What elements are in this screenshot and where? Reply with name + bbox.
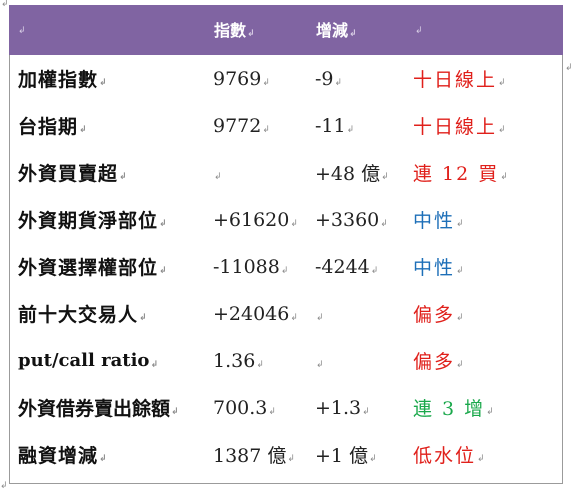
cell-end-mark-icon: ↲: [316, 360, 324, 370]
row-index-value: 1387 億: [213, 445, 287, 467]
row-index-value: 9772: [213, 114, 262, 137]
row-name: 外資買賣超: [18, 163, 119, 185]
cell-end-mark-icon: ↲: [456, 266, 464, 276]
row-change-value: +48 億: [315, 163, 381, 185]
row-status: 中性: [413, 210, 456, 232]
cell-end-mark-icon: ↲: [171, 407, 179, 417]
cell-end-mark-icon: ↲: [99, 78, 107, 88]
row-status: 連 12 買: [413, 163, 500, 185]
row-name: 外資選擇權部位: [18, 257, 159, 279]
cell-end-mark-icon: ↲: [18, 26, 26, 36]
table-row: 台指期 ↲ 9772 ↲ -11 ↲ 十日線上 ↲: [9, 102, 563, 149]
row-name: 外資借券賣出餘額: [18, 398, 171, 420]
row-name: 前十大交易人: [18, 304, 139, 326]
row-index-value: -11088: [213, 255, 280, 278]
row-index-value: 9769: [213, 67, 262, 90]
cell-end-mark-icon: ↲: [139, 313, 147, 323]
table-row: 融資增減 ↲ 1387 億 ↲ +1 億 ↲ 低水位 ↲: [9, 431, 563, 478]
paragraph-mark-icon: ↲: [1, 0, 9, 9]
table-row: 外資借券賣出餘額 ↲ 700.3 ↲ +1.3 ↲ 連 3 增 ↲: [9, 384, 563, 431]
document-page: ↲ ↲ ↲ ↲ 指數↲ 增減↲ ↲ 加權指數 ↲ 9769 ↲ -9 ↲ 十日線上 ↲ …: [0, 0, 575, 493]
paragraph-mark-icon: ↲: [0, 481, 8, 491]
cell-end-mark-icon: ↲: [159, 219, 167, 229]
row-index-value: 700.3: [213, 396, 268, 419]
header-change-label: 增減: [316, 21, 349, 40]
table-row: 外資買賣超 ↲ ↲ +48 億 ↲ 連 12 買 ↲: [9, 149, 563, 196]
cell-end-mark-icon: ↲: [159, 266, 167, 276]
cell-end-mark-icon: ↲: [369, 454, 377, 464]
cell-end-mark-icon: ↲: [256, 360, 264, 370]
cell-end-mark-icon: ↲: [456, 360, 464, 370]
row-status: 中性: [413, 257, 456, 279]
row-index-value: 1.36: [213, 349, 256, 372]
row-change-value: -9: [315, 67, 334, 90]
cell-end-mark-icon: ↲: [290, 219, 298, 229]
row-status: 十日線上: [413, 116, 498, 138]
cell-end-mark-icon: ↲: [334, 78, 343, 88]
cell-end-mark-icon: ↲: [381, 172, 389, 182]
row-status: 低水位: [413, 445, 477, 467]
row-name: 加權指數: [18, 69, 99, 91]
row-status: 偏多: [413, 304, 456, 326]
row-status: 十日線上: [413, 69, 498, 91]
cell-end-mark-icon: ↲: [477, 454, 485, 464]
cell-end-mark-icon: ↲: [370, 266, 379, 276]
row-change-value: -4244: [315, 255, 370, 278]
cell-end-mark-icon: ↲: [500, 172, 508, 182]
row-name: 融資增減: [18, 445, 99, 467]
cell-end-mark-icon: ↲: [287, 454, 295, 464]
header-index-label: 指數: [214, 21, 247, 40]
paragraph-mark-icon: ↲: [565, 63, 573, 73]
row-index-value: +61620: [213, 208, 290, 231]
table-header-row: ↲ 指數↲ 增減↲ ↲: [9, 5, 563, 55]
row-name: 外資期貨淨部位: [18, 210, 159, 232]
cell-end-mark-icon: ↲: [346, 125, 355, 135]
cell-end-mark-icon: ↲: [280, 266, 289, 276]
cell-end-mark-icon: ↲: [262, 125, 270, 135]
cell-end-mark-icon: ↲: [349, 29, 357, 39]
table-row: 加權指數 ↲ 9769 ↲ -9 ↲ 十日線上 ↲: [9, 55, 563, 102]
cell-end-mark-icon: ↲: [316, 313, 324, 323]
cell-end-mark-icon: ↲: [486, 407, 494, 417]
cell-end-mark-icon: ↲: [290, 313, 298, 323]
cell-end-mark-icon: ↲: [79, 125, 87, 135]
row-change-value: +1.3: [315, 396, 362, 419]
cell-end-mark-icon: ↲: [456, 313, 464, 323]
cell-end-mark-icon: ↲: [362, 407, 370, 417]
cell-end-mark-icon: ↲: [119, 172, 127, 182]
row-change-value: +3360: [315, 208, 380, 231]
row-name: 台指期: [18, 116, 79, 138]
cell-end-mark-icon: ↲: [214, 172, 222, 182]
row-status: 連 3 增: [413, 398, 486, 420]
cell-end-mark-icon: ↲: [247, 29, 255, 39]
cell-end-mark-icon: ↲: [262, 78, 270, 88]
row-change-value: +1 億: [315, 445, 369, 467]
cell-end-mark-icon: ↲: [380, 219, 388, 229]
cell-end-mark-icon: ↲: [268, 407, 276, 417]
cell-end-mark-icon: ↲: [415, 26, 423, 36]
row-change-value: -11: [315, 114, 346, 137]
table-row: 外資選擇權部位 ↲ -11088 ↲ -4244 ↲ 中性 ↲: [9, 243, 563, 290]
cell-end-mark-icon: ↲: [498, 78, 506, 88]
row-name: put/call ratio: [18, 350, 150, 371]
row-index-value: +24046: [213, 302, 290, 325]
cell-end-mark-icon: ↲: [456, 219, 464, 229]
cell-end-mark-icon: ↲: [150, 360, 158, 370]
row-status: 偏多: [413, 351, 456, 373]
cell-end-mark-icon: ↲: [99, 454, 107, 464]
table-row: 前十大交易人 ↲ +24046 ↲ ↲ 偏多 ↲: [9, 290, 563, 337]
cell-end-mark-icon: ↲: [498, 125, 506, 135]
table-row: put/call ratio ↲ 1.36 ↲ ↲ 偏多 ↲: [9, 337, 563, 384]
table-row: 外資期貨淨部位 ↲ +61620 ↲ +3360 ↲ 中性 ↲: [9, 196, 563, 243]
